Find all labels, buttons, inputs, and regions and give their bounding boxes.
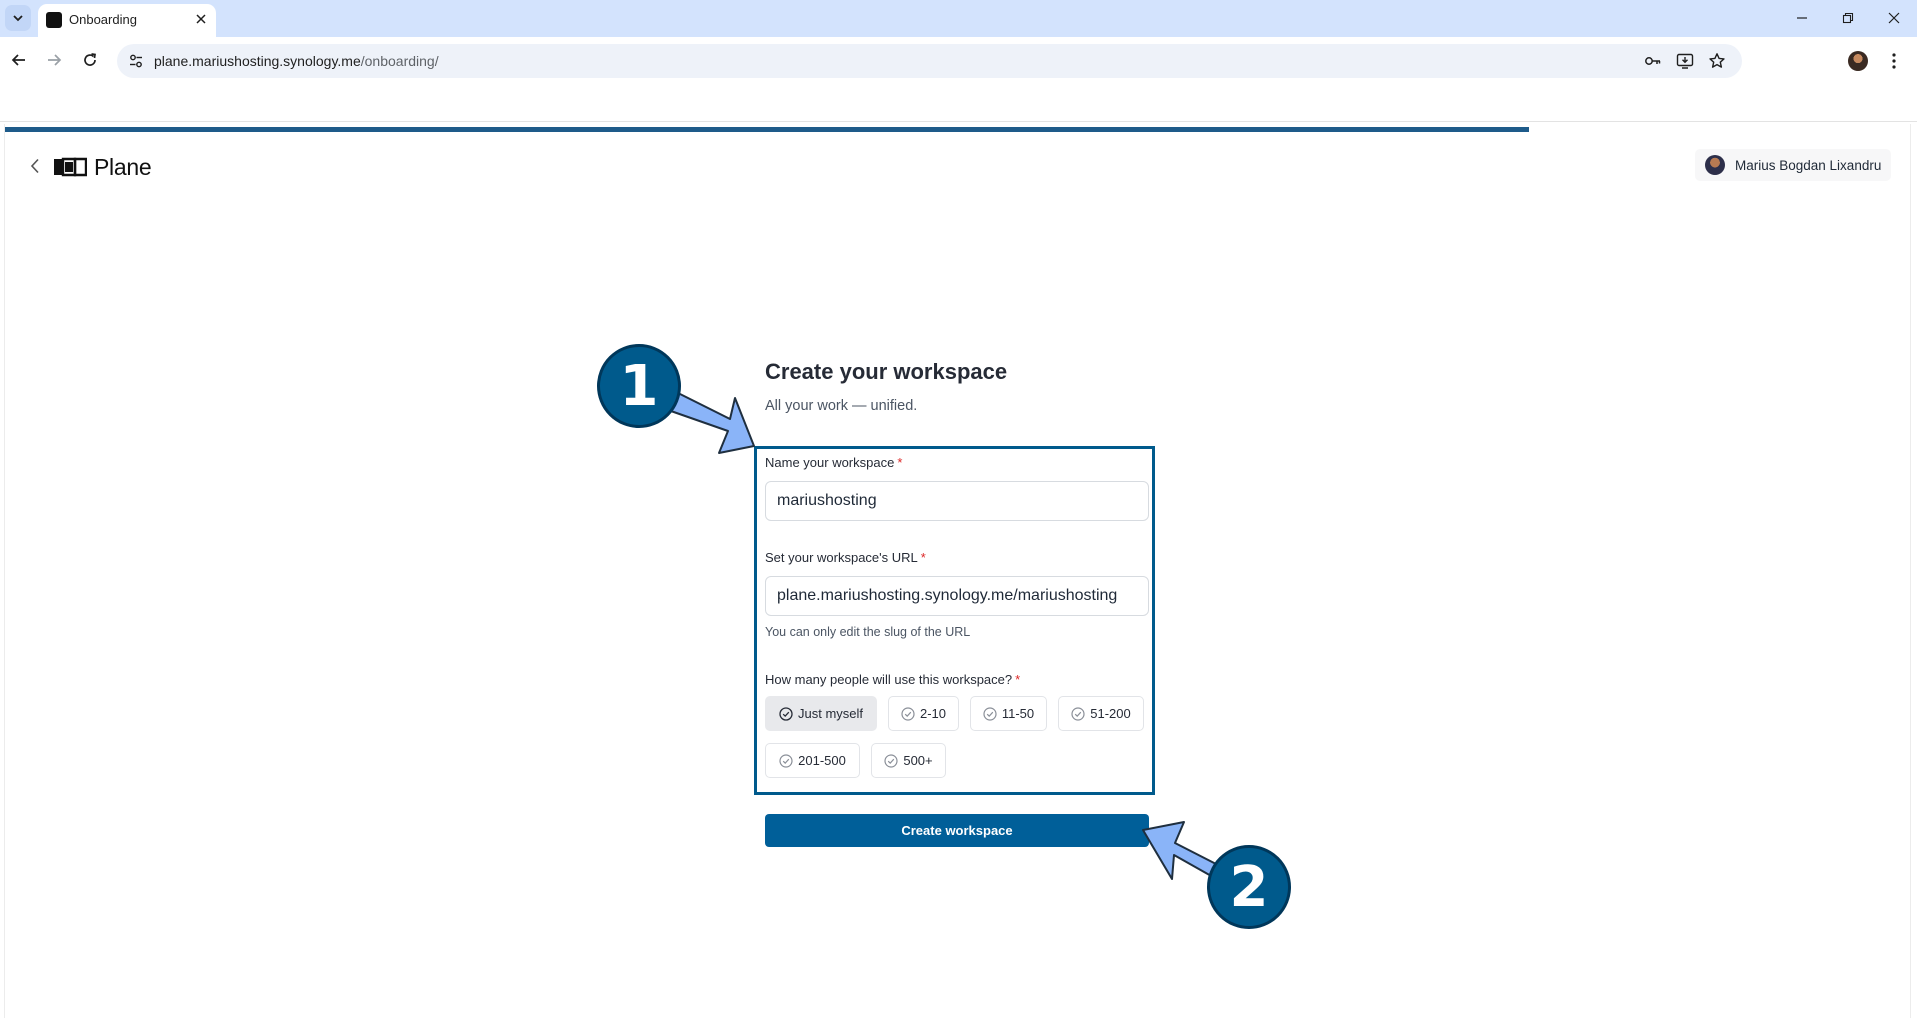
check-circle-icon [1071, 706, 1085, 721]
annotation-badge-2: 2 [1207, 845, 1291, 929]
bookmark-button[interactable] [1707, 51, 1727, 71]
plane-logo-icon [54, 157, 87, 177]
arrow-left-icon [11, 54, 25, 66]
plane-brand: Plane [53, 153, 152, 180]
size-option-201-500[interactable]: 201-500 [765, 743, 860, 778]
workspace-name-input[interactable] [765, 481, 1149, 521]
workspace-name-label-text: Name your workspace [765, 455, 895, 470]
size-option-51-200[interactable]: 51-200 [1058, 696, 1144, 731]
size-option-just-myself[interactable]: Just myself [765, 696, 877, 731]
chevron-down-icon [13, 15, 23, 22]
close-icon [196, 14, 206, 24]
browser-toolbar: plane.mariushosting.synology.me/onboardi… [0, 37, 1917, 122]
size-option-2-10[interactable]: 2-10 [888, 696, 959, 731]
url-text: plane.mariushosting.synology.me/onboardi… [154, 53, 439, 69]
page-subtitle: All your work — unified. [765, 398, 918, 414]
back-button[interactable] [6, 47, 32, 73]
reload-icon [84, 53, 96, 66]
reload-button[interactable] [77, 47, 103, 73]
tab-close-button[interactable] [190, 8, 212, 30]
user-name: Marius Bogdan Lixandru [1735, 157, 1882, 173]
check-circle-icon [983, 706, 997, 721]
required-marker: * [920, 550, 926, 565]
arrow-right-icon [48, 54, 62, 66]
browser-profile-avatar[interactable] [1848, 51, 1868, 71]
onboarding-progress [5, 127, 1910, 132]
chevron-left-icon [30, 158, 39, 174]
workspace-size-label-text: How many people will use this workspace? [765, 672, 1013, 687]
check-circle-icon [901, 706, 915, 721]
star-icon [1709, 53, 1725, 68]
size-option-500-plus[interactable]: 500+ [871, 743, 946, 778]
annotation-badge-1: 1 [597, 344, 681, 428]
size-option-label: 500+ [903, 753, 933, 768]
size-option-label: 51-200 [1090, 706, 1131, 721]
url-host: plane.mariushosting.synology.me [154, 53, 361, 69]
workspace-size-label: How many people will use this workspace?… [765, 672, 1020, 687]
workspace-url-hint: You can only edit the slug of the URL [765, 625, 971, 639]
user-avatar [1705, 155, 1725, 175]
forward-button[interactable] [41, 47, 67, 73]
close-window-button[interactable] [1879, 6, 1909, 30]
check-circle-icon [779, 706, 793, 721]
address-bar[interactable]: plane.mariushosting.synology.me/onboardi… [117, 44, 1742, 78]
brand-name: Plane [94, 153, 152, 180]
browser-tab-onboarding[interactable]: Onboarding [38, 4, 216, 37]
user-menu[interactable]: Marius Bogdan Lixandru [1695, 149, 1891, 181]
workspace-url-input[interactable] [765, 576, 1149, 616]
size-option-11-50[interactable]: 11-50 [970, 696, 1047, 731]
required-marker: * [1015, 672, 1021, 687]
onboarding-back-button[interactable] [25, 154, 45, 178]
more-vertical-icon [1892, 53, 1896, 69]
restore-icon [1842, 12, 1854, 24]
key-icon [1645, 57, 1661, 65]
minimize-window-button[interactable] [1787, 6, 1817, 30]
restore-window-button[interactable] [1833, 6, 1863, 30]
check-circle-icon [779, 753, 793, 768]
tab-title: Onboarding [69, 12, 137, 27]
workspace-url-label: Set your workspace's URL * [765, 550, 926, 565]
workspace-name-label: Name your workspace * [765, 455, 902, 470]
plane-favicon-icon [46, 12, 62, 28]
browser-tab-strip: Onboarding [0, 0, 1917, 37]
install-app-button[interactable] [1675, 51, 1695, 71]
password-key-button[interactable] [1643, 51, 1663, 71]
minimize-icon [1797, 17, 1807, 19]
site-settings-icon[interactable] [127, 52, 145, 70]
size-option-label: Just myself [797, 706, 863, 721]
size-option-label: 2-10 [919, 706, 947, 721]
browser-menu-button[interactable] [1882, 49, 1906, 73]
onboarding-progress-fill [5, 127, 1529, 132]
page-title: Create your workspace [765, 359, 1008, 384]
install-icon [1676, 53, 1694, 69]
size-option-label: 11-50 [1001, 706, 1035, 721]
workspace-url-label-text: Set your workspace's URL [765, 550, 918, 565]
required-marker: * [897, 455, 903, 470]
url-path: /onboarding/ [360, 53, 439, 69]
close-icon [1888, 12, 1900, 24]
tab-search-button[interactable] [5, 5, 31, 31]
check-circle-icon [884, 753, 898, 768]
size-option-label: 201-500 [798, 753, 846, 768]
create-workspace-button[interactable]: Create workspace [765, 814, 1149, 847]
